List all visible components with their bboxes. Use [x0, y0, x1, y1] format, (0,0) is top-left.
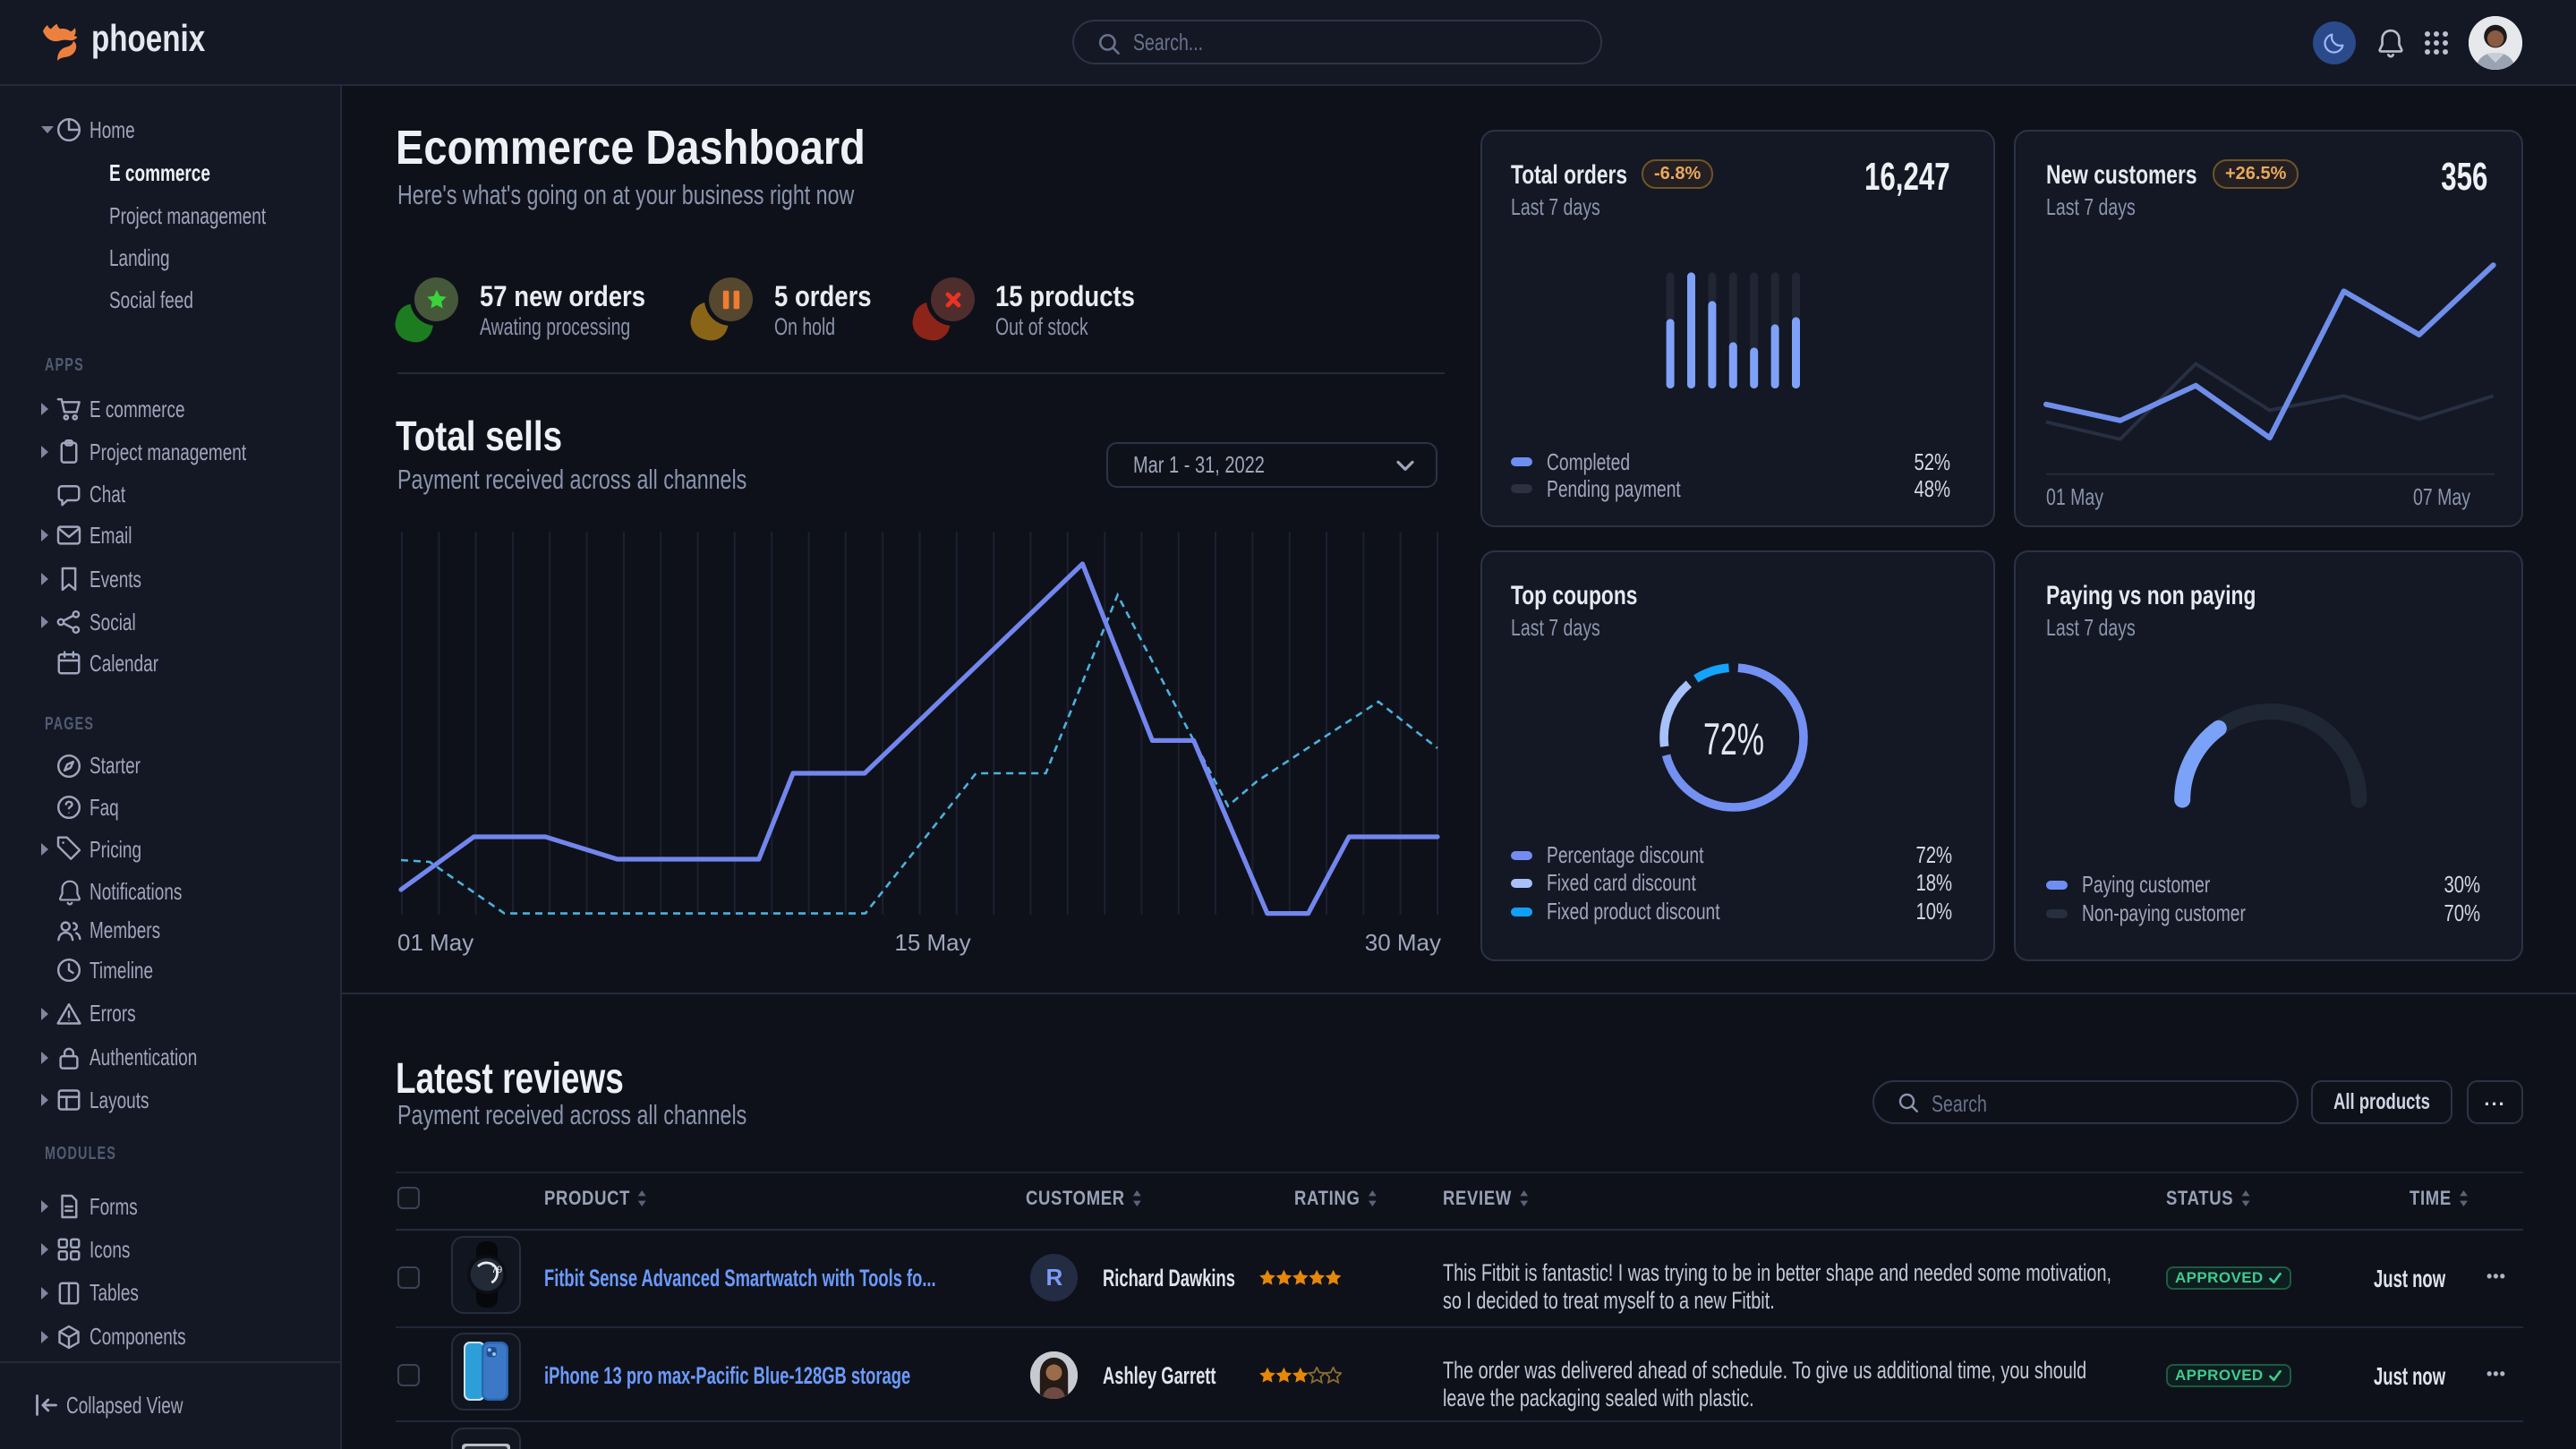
svg-text:15 May: 15 May — [894, 929, 970, 956]
svg-text:30 May: 30 May — [1365, 929, 1441, 956]
svg-text:79: 79 — [491, 1265, 502, 1275]
svg-text:01 May: 01 May — [397, 929, 473, 956]
svg-text:72%: 72% — [1703, 714, 1764, 764]
